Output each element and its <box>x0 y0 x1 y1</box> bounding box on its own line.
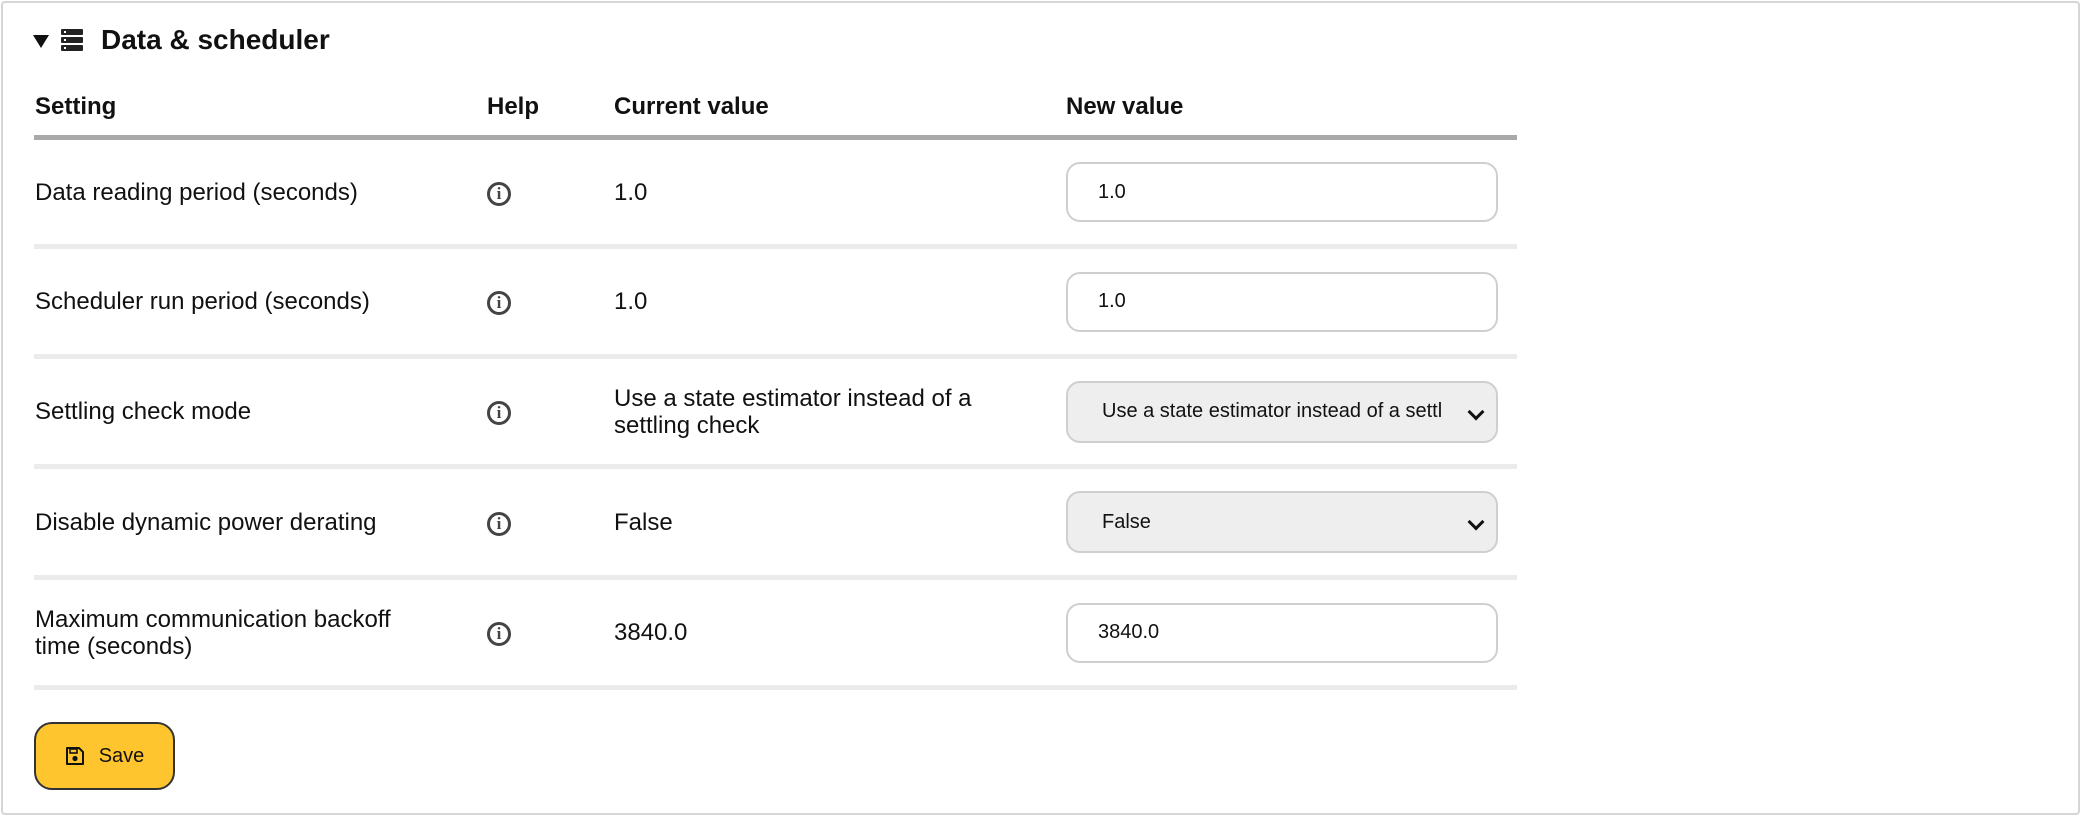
caret-down-icon[interactable] <box>33 34 49 48</box>
setting-name: Maximum communication backoff time (seco… <box>35 605 391 660</box>
table-row: Settling check mode i Use a state estima… <box>34 356 1517 469</box>
table-row: Disable dynamic power derating i False F… <box>34 466 1517 580</box>
save-button-label: Save <box>98 744 145 767</box>
settling-check-mode-select[interactable]: Use a state estimator instead of a settl <box>1066 380 1498 443</box>
save-icon <box>65 747 84 765</box>
data-reading-period-input[interactable] <box>1066 162 1498 222</box>
section-header[interactable]: Data & scheduler <box>33 23 330 57</box>
table-header-row: Setting Help Current value New value <box>34 88 1517 140</box>
table-row: Scheduler run period (seconds) i 1.0 <box>34 246 1517 359</box>
current-value: 3840.0 <box>614 619 688 646</box>
max-backoff-time-input[interactable] <box>1066 602 1498 663</box>
current-value: 1.0 <box>614 178 648 206</box>
setting-name: Data reading period (seconds) <box>35 178 358 206</box>
info-icon[interactable]: i <box>487 401 511 426</box>
chevron-down-icon <box>1467 403 1485 420</box>
header-current-value: Current value <box>613 88 1065 140</box>
info-icon[interactable]: i <box>487 181 511 206</box>
chevron-down-icon <box>1467 513 1485 531</box>
scheduler-run-period-input[interactable] <box>1066 271 1498 332</box>
settings-panel: Data & scheduler Setting Help Current va… <box>1 1 2080 815</box>
disable-power-derating-select[interactable]: False <box>1066 491 1498 553</box>
settings-table: Setting Help Current value New value Dat… <box>34 88 1517 690</box>
setting-name: Disable dynamic power derating <box>35 508 377 536</box>
current-value: False <box>614 508 673 536</box>
header-setting: Setting <box>34 88 486 140</box>
table-row: Maximum communication backoff time (seco… <box>34 577 1517 690</box>
setting-name: Settling check mode <box>35 398 252 425</box>
database-icon <box>61 29 83 51</box>
select-value: False <box>1102 510 1151 533</box>
setting-name: Scheduler run period (seconds) <box>35 288 370 315</box>
header-new-value: New value <box>1065 88 1517 140</box>
select-value: Use a state estimator instead of a settl <box>1102 400 1442 422</box>
info-icon[interactable]: i <box>487 511 511 536</box>
section-title: Data & scheduler <box>101 24 330 55</box>
header-help: Help <box>486 88 613 140</box>
save-button[interactable]: Save <box>34 722 175 790</box>
info-icon[interactable]: i <box>487 622 511 647</box>
info-icon[interactable]: i <box>487 291 511 316</box>
table-row: Data reading period (seconds) i 1.0 <box>34 137 1517 249</box>
current-value: 1.0 <box>614 288 648 315</box>
current-value: Use a state estimator instead of a settl… <box>614 384 972 439</box>
